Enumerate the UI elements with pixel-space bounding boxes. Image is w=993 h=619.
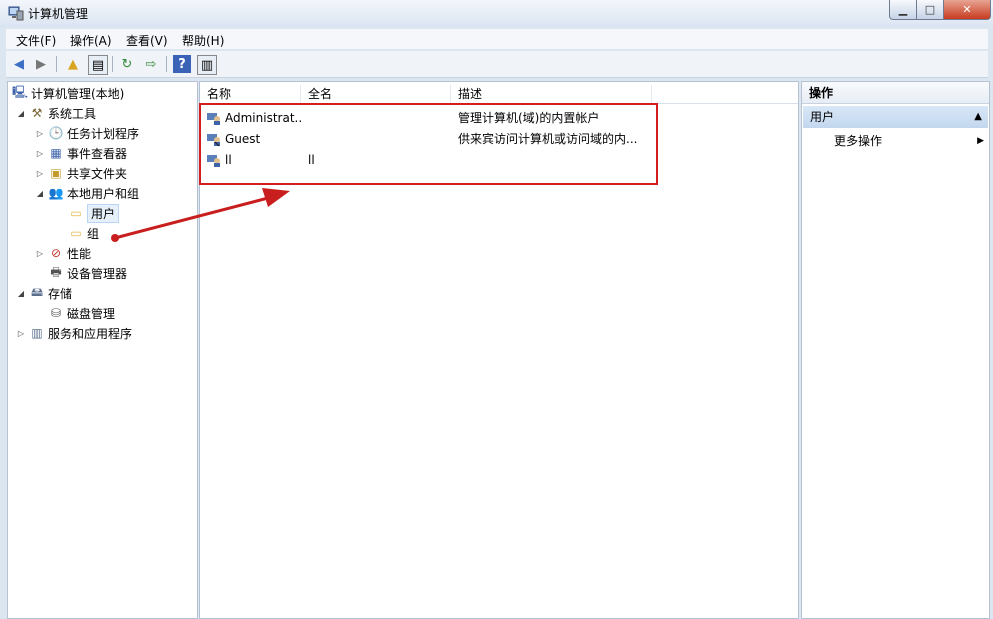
actions-section-users[interactable]: 用户 ▲ (803, 106, 988, 128)
help-icon[interactable]: ? (173, 55, 191, 73)
column-header-fullname[interactable]: 全名 (301, 85, 451, 103)
menu-file[interactable]: 文件(F) (16, 32, 56, 49)
computer-management-icon: 🖳 (12, 84, 29, 99)
navigation-tree: 🖳 计算机管理(本地) ◢ ⚒ 系统工具 ▷ 🕒 任务计划程序 ▷ ▦ 事件查看… (7, 81, 198, 619)
toolbar-separator (112, 56, 113, 72)
toolbar-separator (56, 56, 57, 72)
tree-node-local-users-groups[interactable]: ◢ 👥 本地用户和组 (35, 184, 139, 202)
refresh-icon[interactable]: ↻ (118, 55, 136, 73)
storage-icon: 🖴 (30, 284, 44, 299)
highlight-box (199, 103, 658, 185)
list-header: 名称 全名 描述 (200, 85, 798, 104)
device-manager-icon: 🖶 (50, 264, 62, 279)
expand-triangle-icon[interactable]: ▷ (35, 149, 45, 158)
back-arrow-icon[interactable]: ◀ (10, 55, 28, 73)
maximize-button[interactable]: □ (916, 0, 944, 20)
title-bar: 计算机管理 ▁ □ ✕ (0, 0, 993, 27)
tree-node-task-scheduler[interactable]: ▷ 🕒 任务计划程序 (35, 124, 139, 142)
folder-icon: ▭ (70, 206, 82, 220)
export-list-icon[interactable]: ⇨ (142, 55, 160, 73)
tree-node-root[interactable]: 🖳 计算机管理(本地) (12, 84, 124, 102)
minimize-icon: ▁ (898, 3, 908, 16)
expand-triangle-icon[interactable]: ▷ (16, 329, 26, 338)
tree-node-system-tools[interactable]: ◢ ⚒ 系统工具 (16, 104, 96, 122)
tree-label: 性能 (67, 246, 92, 261)
tree-node-disk-management[interactable]: ⛁ 磁盘管理 (35, 304, 115, 322)
tree-node-services-apps[interactable]: ▷ ▥ 服务和应用程序 (16, 324, 132, 342)
column-header-name[interactable]: 名称 (200, 85, 301, 103)
actions-pane: 操作 用户 ▲ 更多操作 ▶ (801, 81, 990, 619)
actions-header: 操作 (802, 82, 989, 104)
computer-management-icon (8, 6, 24, 21)
tree-label: 组 (87, 226, 100, 241)
tree-label: 任务计划程序 (67, 126, 140, 141)
expand-triangle-icon[interactable]: ▷ (35, 169, 45, 178)
tree-label: 共享文件夹 (67, 166, 128, 181)
close-icon: ✕ (962, 3, 972, 16)
forward-arrow-icon[interactable]: ▶ (32, 55, 50, 73)
menu-bar: 文件(F) 操作(A) 查看(V) 帮助(H) (6, 29, 988, 49)
clock-icon: 🕒 (48, 126, 64, 140)
tree-label: 用户 (87, 203, 120, 223)
performance-gauge-icon: ⊘ (50, 246, 62, 260)
tree-label: 磁盘管理 (67, 306, 116, 321)
submenu-arrow-icon: ▶ (977, 136, 984, 146)
tree-node-performance[interactable]: ▷ ⊘ 性能 (35, 244, 91, 262)
toolbar: ◀ ▶ ▲ ▤ ↻ ⇨ ? ▥ (6, 51, 988, 78)
event-viewer-icon: ▦ (50, 146, 62, 160)
more-actions-label: 更多操作 (834, 134, 883, 148)
users-group-icon: 👥 (48, 186, 64, 200)
tree-node-storage[interactable]: ◢ 🖴 存储 (16, 284, 72, 302)
tree-label: 系统工具 (48, 106, 97, 121)
collapse-triangle-icon[interactable]: ◢ (35, 189, 45, 198)
expand-triangle-icon[interactable]: ▷ (35, 129, 45, 138)
toolbar-separator (166, 56, 167, 72)
folder-icon: ▭ (70, 226, 82, 240)
maximize-icon: □ (924, 3, 936, 16)
minimize-button[interactable]: ▁ (889, 0, 917, 20)
shared-folder-icon: ▣ (50, 166, 62, 180)
tree-label: 计算机管理(本地) (31, 86, 125, 101)
services-icon: ▥ (31, 326, 43, 340)
collapse-triangle-icon[interactable]: ◢ (16, 289, 26, 298)
tree-label: 存储 (48, 286, 73, 301)
tree-node-shared-folders[interactable]: ▷ ▣ 共享文件夹 (35, 164, 127, 182)
tree-label: 设备管理器 (67, 266, 128, 281)
expand-triangle-icon[interactable]: ▷ (35, 249, 45, 258)
tree-node-users[interactable]: ▭ 用户 (55, 203, 120, 223)
tree-node-groups[interactable]: ▭ 组 (55, 224, 99, 242)
up-folder-icon[interactable]: ▲ (64, 55, 82, 73)
menu-view[interactable]: 查看(V) (126, 32, 168, 49)
menu-help[interactable]: 帮助(H) (182, 32, 224, 49)
actions-section-label: 用户 (810, 110, 835, 124)
tree-label: 本地用户和组 (67, 186, 140, 201)
close-button[interactable]: ✕ (943, 0, 991, 20)
tools-icon: ⚒ (31, 106, 43, 120)
menu-action[interactable]: 操作(A) (70, 32, 112, 49)
show-hide-action-pane-icon[interactable]: ▥ (197, 55, 217, 75)
tree-label: 服务和应用程序 (48, 326, 133, 341)
collapse-up-icon[interactable]: ▲ (974, 106, 982, 128)
disk-icon: ⛁ (50, 306, 62, 320)
tree-label: 事件查看器 (67, 146, 128, 161)
column-header-description[interactable]: 描述 (451, 85, 652, 103)
more-actions-item[interactable]: 更多操作 ▶ (834, 132, 984, 150)
show-hide-tree-icon[interactable]: ▤ (88, 55, 108, 75)
tree-node-event-viewer[interactable]: ▷ ▦ 事件查看器 (35, 144, 127, 162)
collapse-triangle-icon[interactable]: ◢ (16, 109, 26, 118)
tree-node-device-manager[interactable]: 🖶 设备管理器 (35, 264, 127, 282)
window-title: 计算机管理 (28, 7, 89, 21)
